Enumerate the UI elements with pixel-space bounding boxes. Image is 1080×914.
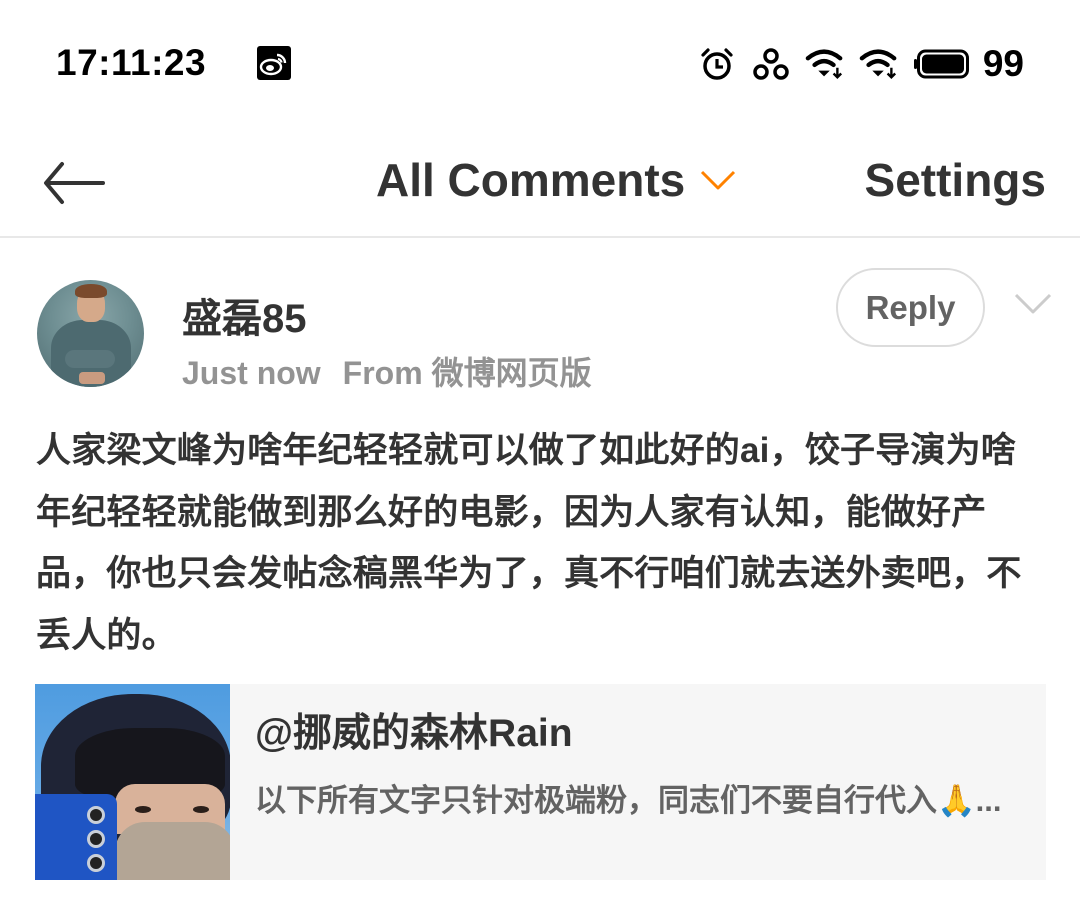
- quoted-post-card[interactable]: @挪威的森林Rain 以下所有文字只针对极端粉，同志们不要自行代入🙏...: [35, 684, 1046, 880]
- wifi-download-icon: [805, 44, 845, 84]
- status-time: 17:11:23: [56, 42, 207, 83]
- status-icons: 99: [697, 43, 1024, 84]
- battery-level: 99: [982, 43, 1024, 84]
- comment-source: From 微博网页版: [342, 355, 592, 391]
- comment-text: 人家梁文峰为啥年纪轻轻就可以做了如此好的ai，饺子导演为啥年纪轻轻就能做到那么好…: [36, 431, 1022, 655]
- nav-bar: All Comments Settings: [0, 128, 1080, 238]
- comment-time: Just now: [182, 355, 321, 391]
- quoted-post-excerpt: 以下所有文字只针对极端粉，同志们不要自行代入🙏...: [255, 783, 1002, 818]
- battery-icon: [913, 44, 969, 84]
- wifi-download-icon: [859, 44, 899, 84]
- back-button[interactable]: [40, 158, 110, 208]
- settings-button[interactable]: Settings: [865, 150, 1046, 210]
- arrow-left-icon: [44, 162, 105, 204]
- reply-button[interactable]: Reply: [836, 268, 985, 347]
- weibo-icon: [257, 46, 291, 80]
- quoted-post-thumbnail: [35, 684, 230, 880]
- alarm-icon: [697, 44, 737, 84]
- link-icon: [751, 44, 791, 84]
- avatar[interactable]: [37, 280, 144, 387]
- chevron-down-icon[interactable]: [1013, 290, 1053, 318]
- comment-meta: Just now From 微博网页版: [182, 348, 592, 394]
- comment-username[interactable]: 盛磊85: [182, 286, 307, 344]
- nav-title: All Comments: [376, 154, 686, 206]
- quoted-post-author[interactable]: @挪威的森林Rain: [255, 702, 573, 758]
- status-bar: 17:11:23 99: [0, 0, 1080, 128]
- comment-filter-dropdown[interactable]: All Comments: [376, 150, 737, 210]
- chevron-down-icon: [701, 170, 736, 190]
